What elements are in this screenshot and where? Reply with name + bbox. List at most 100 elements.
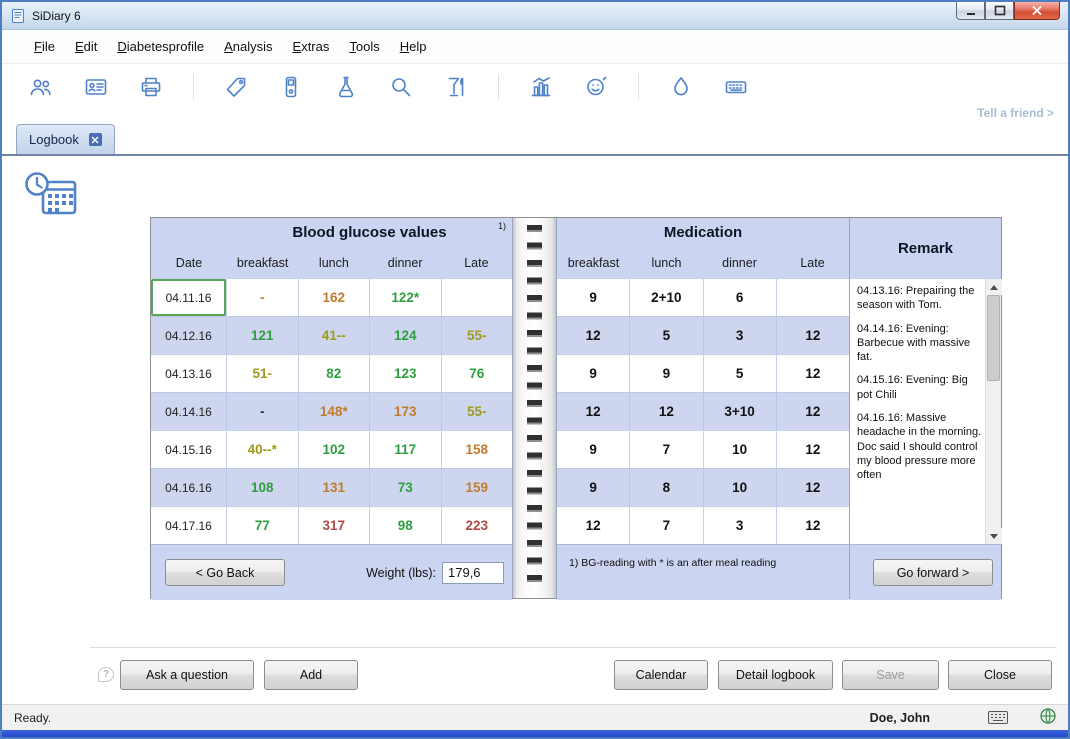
bg-cell[interactable]: 122*: [370, 278, 442, 316]
bg-cell[interactable]: 76: [442, 354, 513, 392]
maximize-button[interactable]: [985, 2, 1014, 20]
detail-logbook-button[interactable]: Detail logbook: [718, 660, 833, 690]
med-cell[interactable]: 12: [777, 316, 849, 354]
bg-cell[interactable]: 102: [299, 430, 371, 468]
menu-extras[interactable]: Extras: [283, 34, 340, 59]
smiley-icon[interactable]: [583, 72, 609, 102]
med-cell[interactable]: 3: [704, 506, 777, 544]
med-cell[interactable]: 8: [630, 468, 703, 506]
drop-icon[interactable]: [668, 72, 694, 102]
med-cell[interactable]: 10: [704, 468, 777, 506]
nutrition-icon[interactable]: [443, 72, 469, 102]
bg-cell[interactable]: 55-: [442, 392, 513, 430]
med-cell[interactable]: 9: [557, 354, 630, 392]
med-cell[interactable]: 9: [557, 430, 630, 468]
menu-edit[interactable]: Edit: [65, 34, 107, 59]
med-cell[interactable]: 9: [557, 278, 630, 316]
bg-cell[interactable]: 158: [442, 430, 513, 468]
users-icon[interactable]: [28, 72, 54, 102]
bg-cell[interactable]: 159: [442, 468, 513, 506]
bg-cell[interactable]: -: [227, 392, 299, 430]
add-button[interactable]: Add: [264, 660, 358, 690]
med-cell[interactable]: 10: [704, 430, 777, 468]
go-back-button[interactable]: < Go Back: [165, 559, 285, 586]
date-cell[interactable]: 04.15.16: [151, 430, 227, 468]
med-cell[interactable]: 3+10: [704, 392, 777, 430]
date-cell[interactable]: 04.12.16: [151, 316, 227, 354]
menu-file[interactable]: File: [24, 34, 65, 59]
med-cell[interactable]: 12: [777, 354, 849, 392]
date-cell[interactable]: 04.13.16: [151, 354, 227, 392]
go-forward-button[interactable]: Go forward >: [873, 559, 993, 586]
date-cell[interactable]: 04.14.16: [151, 392, 227, 430]
keyboard-icon[interactable]: [723, 72, 749, 102]
med-cell[interactable]: [777, 278, 849, 316]
scroll-up-icon[interactable]: [986, 279, 1002, 295]
bg-cell[interactable]: 98: [370, 506, 442, 544]
med-cell[interactable]: 2+10: [630, 278, 703, 316]
calendar-button[interactable]: Calendar: [614, 660, 708, 690]
tag-icon[interactable]: [223, 72, 249, 102]
bg-cell[interactable]: 131: [299, 468, 371, 506]
med-cell[interactable]: 12: [777, 392, 849, 430]
remark-scrollbar[interactable]: [985, 279, 1001, 544]
minimize-button[interactable]: [956, 2, 985, 20]
bg-cell[interactable]: 148*: [299, 392, 371, 430]
med-cell[interactable]: 12: [557, 392, 630, 430]
bg-cell[interactable]: 121: [227, 316, 299, 354]
menu-tools[interactable]: Tools: [339, 34, 389, 59]
menu-analysis[interactable]: Analysis: [214, 34, 282, 59]
med-cell[interactable]: 12: [777, 430, 849, 468]
bg-cell[interactable]: 317: [299, 506, 371, 544]
bg-cell[interactable]: 73: [370, 468, 442, 506]
med-cell[interactable]: 12: [557, 506, 630, 544]
med-cell[interactable]: 9: [557, 468, 630, 506]
bg-cell[interactable]: 117: [370, 430, 442, 468]
tab-logbook[interactable]: Logbook: [16, 124, 115, 154]
bg-cell[interactable]: 124: [370, 316, 442, 354]
help-bubble-icon[interactable]: ?: [98, 667, 114, 682]
bg-cell[interactable]: 173: [370, 392, 442, 430]
med-cell[interactable]: 7: [630, 506, 703, 544]
med-cell[interactable]: 12: [777, 468, 849, 506]
bg-cell[interactable]: 40--*: [227, 430, 299, 468]
printer-icon[interactable]: [138, 72, 164, 102]
med-cell[interactable]: 12: [557, 316, 630, 354]
med-cell[interactable]: 12: [777, 506, 849, 544]
bg-cell[interactable]: 162: [299, 278, 371, 316]
bg-cell[interactable]: 41--: [299, 316, 371, 354]
med-cell[interactable]: 3: [704, 316, 777, 354]
menu-help[interactable]: Help: [390, 34, 437, 59]
scroll-thumb[interactable]: [987, 295, 1000, 381]
bg-cell[interactable]: 223: [442, 506, 513, 544]
bg-cell[interactable]: [442, 278, 513, 316]
ask-question-button[interactable]: Ask a question: [120, 660, 254, 690]
bg-cell[interactable]: 123: [370, 354, 442, 392]
flask-icon[interactable]: [333, 72, 359, 102]
globe-status-icon[interactable]: [1040, 708, 1056, 727]
keyboard-status-icon[interactable]: [988, 711, 1008, 724]
close-logbook-button[interactable]: Close: [948, 660, 1052, 690]
med-cell[interactable]: 12: [630, 392, 703, 430]
weight-input[interactable]: [442, 562, 504, 584]
date-cell[interactable]: 04.16.16: [151, 468, 227, 506]
date-cell[interactable]: 04.17.16: [151, 506, 227, 544]
close-button[interactable]: [1014, 2, 1060, 20]
date-cell[interactable]: 04.11.16: [151, 278, 227, 316]
meter-icon[interactable]: [278, 72, 304, 102]
bg-cell[interactable]: 108: [227, 468, 299, 506]
tell-a-friend-link[interactable]: Tell a friend >: [977, 106, 1054, 120]
bg-cell[interactable]: 77: [227, 506, 299, 544]
bg-cell[interactable]: -: [227, 278, 299, 316]
contact-card-icon[interactable]: [83, 72, 109, 102]
bg-cell[interactable]: 51-: [227, 354, 299, 392]
save-button[interactable]: Save: [842, 660, 939, 690]
search-icon[interactable]: [388, 72, 414, 102]
med-cell[interactable]: 5: [630, 316, 703, 354]
tab-close-icon[interactable]: [89, 133, 102, 146]
med-cell[interactable]: 9: [630, 354, 703, 392]
med-cell[interactable]: 6: [704, 278, 777, 316]
scroll-down-icon[interactable]: [986, 528, 1002, 544]
med-cell[interactable]: 7: [630, 430, 703, 468]
med-cell[interactable]: 5: [704, 354, 777, 392]
